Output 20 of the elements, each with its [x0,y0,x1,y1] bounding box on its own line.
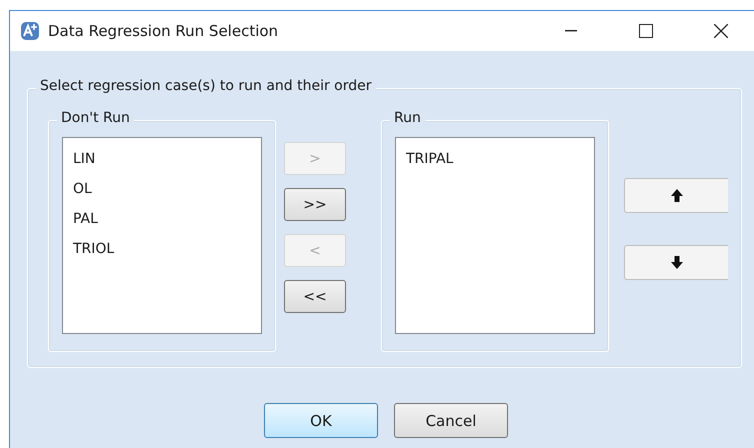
list-item[interactable]: LIN [71,144,253,174]
move-button[interactable]: << [284,280,346,313]
move-down-button[interactable] [624,245,728,280]
minimize-icon[interactable] [564,30,576,32]
maximize-icon[interactable] [638,24,652,38]
list-item[interactable]: TRIPAL [404,144,586,174]
group-label: Select regression case(s) to run and their order [36,78,376,94]
list-item[interactable]: OL [71,174,253,204]
down-arrow-icon [670,255,684,270]
list-item[interactable]: TRIOL [71,234,253,264]
move-button[interactable]: >> [284,188,346,221]
list-box[interactable]: TRIPAL [395,137,595,334]
list-item[interactable]: PAL [71,204,253,234]
list-box[interactable]: LIN OL PAL TRIOL [62,137,262,334]
app-icon [20,21,40,41]
cancel-button[interactable]: Cancel [394,403,508,438]
close-icon[interactable] [714,24,728,38]
up-arrow-icon [670,188,684,203]
ok-button[interactable]: OK [264,403,378,438]
window-title: Data Regression Run Selection [48,22,280,40]
